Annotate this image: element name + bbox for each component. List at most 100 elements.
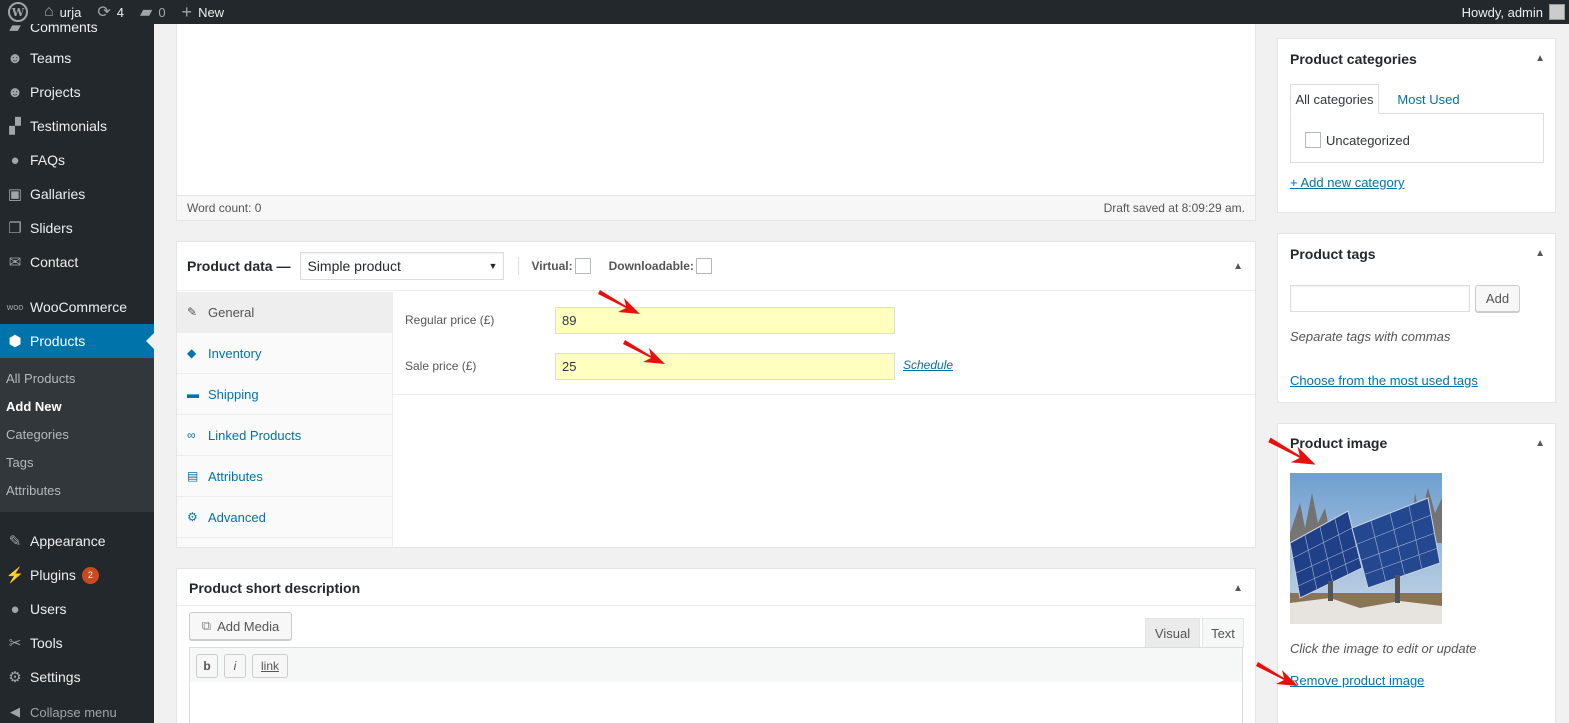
wordpress-logo-button[interactable]: W (0, 0, 36, 24)
submenu-attributes[interactable]: Attributes (6, 483, 61, 498)
menu-sliders[interactable]: ❐ Sliders (0, 211, 154, 245)
tag-input[interactable] (1290, 285, 1470, 312)
admin-sidebar: ▰ Comments ☻ Teams ☻ Projects ▞ Testimonials… (0, 24, 154, 723)
menu-tools[interactable]: ✂ Tools (0, 626, 154, 660)
category-checklist: Uncategorized (1290, 113, 1544, 163)
downloadable-checkbox[interactable] (695, 258, 712, 274)
content-editor[interactable]: Word count: 0 Draft saved at 8:09:29 am. (176, 24, 1256, 221)
product-type-select[interactable]: Simple product ▼ (300, 252, 505, 280)
remove-product-image-link[interactable]: Remove product image (1290, 673, 1424, 688)
tab-label: Inventory (208, 345, 262, 361)
avatar (1549, 4, 1565, 20)
tab-most-used[interactable]: Most Used (1386, 84, 1471, 114)
sale-price-input[interactable]: 25 (555, 353, 895, 380)
collapse-toggle-icon[interactable]: ▲ (1535, 248, 1545, 259)
menu-products[interactable]: ⬢ Products (0, 324, 154, 358)
menu-plugins[interactable]: ⚡ Plugins 2 (0, 558, 154, 592)
add-tag-button[interactable]: Add (1475, 285, 1520, 312)
tab-general[interactable]: ✎ General (177, 292, 392, 333)
menu-label: Settings (30, 669, 81, 685)
comment-bubble-icon: ▰ (140, 4, 153, 21)
collapse-label: Collapse menu (30, 704, 117, 720)
submenu-categories[interactable]: Categories (6, 427, 69, 442)
updates-link[interactable]: ⟳ 4 (89, 0, 132, 24)
editor-status-bar: Word count: 0 Draft saved at 8:09:29 am. (177, 195, 1255, 220)
table-icon: ▤ (187, 469, 199, 483)
woocommerce-icon: woo (6, 302, 24, 312)
plus-icon: + (181, 1, 193, 22)
tab-label: Linked Products (208, 427, 302, 443)
visual-tab[interactable]: Visual (1145, 618, 1200, 647)
my-account-link[interactable]: Howdy, admin (1462, 4, 1569, 20)
sliders-icon: ❐ (8, 220, 22, 237)
solar-panel-thumbnail[interactable] (1290, 473, 1442, 624)
short-description-panel: Product short description ▲ ⧉ Add Media … (176, 568, 1256, 723)
choose-most-used-tags-link[interactable]: Choose from the most used tags (1290, 373, 1478, 388)
menu-testimonials[interactable]: ▞ Testimonials (0, 109, 154, 143)
updates-icon: ⟳ (97, 4, 111, 21)
menu-contact[interactable]: ✉ Contact (0, 245, 154, 279)
collapse-toggle-icon[interactable]: ▲ (1535, 438, 1545, 449)
link-button[interactable]: link (252, 654, 288, 678)
menu-users[interactable]: ● Users (0, 592, 154, 626)
site-name-link[interactable]: ⌂ urja (36, 0, 89, 24)
testimonials-icon: ▞ (9, 118, 21, 135)
submenu-all-products[interactable]: All Products (6, 371, 75, 386)
new-label: New (198, 4, 225, 20)
tab-shipping[interactable]: ▬ Shipping (177, 374, 392, 415)
inventory-icon: ◆ (187, 346, 197, 360)
tab-linked-products[interactable]: ∞ Linked Products (177, 415, 392, 456)
menu-woocommerce[interactable]: woo WooCommerce (0, 290, 154, 324)
submenu-tags[interactable]: Tags (6, 455, 33, 470)
collapse-toggle-icon[interactable]: ▲ (1535, 53, 1545, 64)
add-media-button[interactable]: ⧉ Add Media (189, 612, 292, 640)
downloadable-option: Downloadable: (609, 258, 712, 274)
product-image-hint: Click the image to edit or update (1290, 641, 1477, 656)
comments-icon: ▰ (9, 24, 21, 36)
general-panel-divider (393, 394, 1255, 395)
category-name: Uncategorized (1326, 133, 1410, 148)
gear-icon: ⚙ (187, 510, 198, 524)
collapse-menu-button[interactable]: ◀ Collapse menu (0, 702, 117, 722)
annotation-arrow-icon (1256, 662, 1298, 686)
bold-button[interactable]: b (196, 654, 218, 678)
appearance-icon: ✎ (8, 533, 22, 550)
tab-all-categories[interactable]: All categories (1290, 84, 1379, 114)
quicktags-toolbar: b i link (189, 647, 1243, 683)
short-description-textarea[interactable] (189, 682, 1243, 723)
virtual-checkbox[interactable] (574, 258, 591, 274)
menu-appearance[interactable]: ✎ Appearance (0, 524, 154, 558)
tab-advanced[interactable]: ⚙ Advanced (177, 497, 392, 538)
divider (177, 605, 1255, 606)
menu-gallaries[interactable]: ▣ Gallaries (0, 177, 154, 211)
menu-teams[interactable]: ☻ Teams (0, 41, 154, 75)
menu-label: Users (30, 601, 67, 617)
tab-inventory[interactable]: ◆ Inventory (177, 333, 392, 374)
add-media-label: Add Media (217, 618, 280, 634)
add-new-category-link[interactable]: + Add new category (1290, 175, 1405, 190)
collapse-toggle-icon[interactable]: ▲ (1233, 583, 1243, 594)
home-icon: ⌂ (44, 3, 54, 20)
users-icon: ● (10, 600, 20, 618)
category-checkbox[interactable] (1305, 132, 1321, 148)
menu-settings[interactable]: ⚙ Settings (0, 660, 154, 694)
products-icon: ⬢ (8, 333, 22, 350)
schedule-link[interactable]: Schedule (903, 358, 953, 372)
product-tags-box: Product tags ▲ Add Separate tags with co… (1277, 233, 1556, 403)
italic-button[interactable]: i (224, 654, 246, 678)
submenu-add-new[interactable]: Add New (6, 399, 62, 414)
menu-faqs[interactable]: ● FAQs (0, 143, 154, 177)
new-content-link[interactable]: + New (174, 0, 233, 24)
product-data-panel: Product data — Simple product ▼ Virtual:… (176, 241, 1256, 548)
teams-icon: ☻ (7, 49, 23, 67)
menu-projects[interactable]: ☻ Projects (0, 75, 154, 109)
menu-label: WooCommerce (30, 299, 127, 315)
comments-link[interactable]: ▰ 0 (132, 0, 174, 24)
collapse-toggle-icon[interactable]: ▲ (1233, 261, 1243, 272)
product-data-header: Product data — Simple product ▼ Virtual:… (177, 242, 1255, 291)
tab-attributes[interactable]: ▤ Attributes (177, 456, 392, 497)
text-tab[interactable]: Text (1202, 618, 1244, 647)
gallery-icon: ▣ (7, 186, 23, 203)
menu-label: Sliders (30, 220, 73, 236)
wrench-icon: ✎ (187, 305, 198, 319)
